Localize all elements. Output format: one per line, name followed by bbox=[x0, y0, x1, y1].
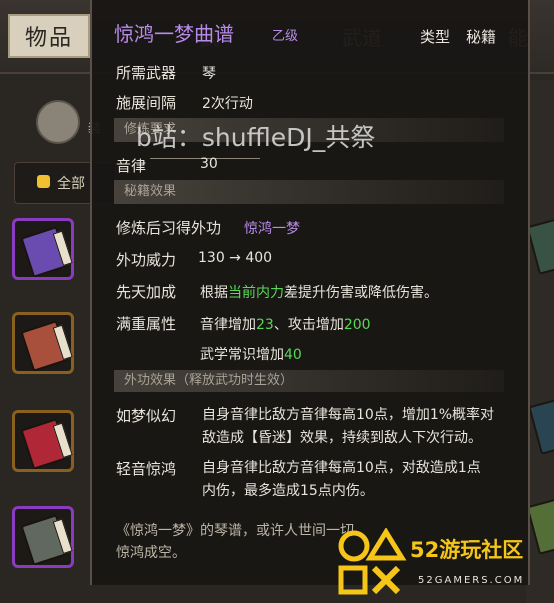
logo-subtext: 52GAMERS.COM bbox=[418, 575, 525, 586]
watermark: b站：shuffleDJ_共祭 bbox=[136, 123, 376, 152]
innate-desc: 根据当前内力差提升伤害或降低伤害。 bbox=[200, 282, 438, 302]
attr-value: 200 bbox=[343, 317, 371, 333]
attr-text: 武学常识增加 bbox=[200, 347, 284, 363]
inventory-slot[interactable] bbox=[12, 218, 74, 280]
power-value: 130 → 400 bbox=[198, 250, 273, 266]
innate-highlight: 当前内力 bbox=[228, 285, 284, 301]
filter-label: 全部 bbox=[57, 176, 85, 192]
attr-text: 音律增加 bbox=[200, 317, 256, 333]
right-inventory-strip bbox=[526, 80, 554, 603]
section-skill: 外功效果（释放武功时生效） bbox=[114, 370, 504, 392]
item-tooltip: 惊鸿一梦曲谱 乙级 类型 秘籍 所需武器 琴 施展间隔 2次行动 修炼要求 音律… bbox=[90, 0, 530, 585]
tab-items[interactable]: 物品 bbox=[8, 14, 90, 58]
rhythm-value: 30 bbox=[200, 156, 218, 172]
full-attr-label: 满重属性 bbox=[116, 315, 177, 333]
inventory-slot[interactable] bbox=[12, 506, 74, 568]
innate-label: 先天加成 bbox=[116, 283, 177, 301]
book-icon bbox=[20, 320, 73, 372]
attr-value: 40 bbox=[284, 347, 302, 363]
filter-dot-icon bbox=[37, 175, 50, 188]
cast-interval-value: 2次行动 bbox=[202, 96, 253, 112]
header-type: 类型 bbox=[420, 28, 451, 46]
attr-value: 23 bbox=[256, 317, 274, 333]
book-icon bbox=[20, 514, 73, 566]
skill1-name: 如梦似幻 bbox=[116, 407, 177, 425]
attr-text: 、攻击增加 bbox=[273, 317, 344, 333]
desc-line: 内伤，最多造成15点内伤。 bbox=[202, 483, 374, 499]
inventory-slot[interactable] bbox=[12, 410, 74, 472]
header-category: 秘籍 bbox=[466, 28, 497, 46]
desc-line: 敌造成【昏迷】效果，持续到敌人下次行动。 bbox=[202, 430, 482, 446]
full-attr-line1: 音律增加23、攻击增加200 bbox=[200, 314, 371, 334]
required-weapon-label: 所需武器 bbox=[116, 64, 177, 82]
skill2-name: 轻音惊鸿 bbox=[116, 460, 177, 478]
innate-prefix: 根据 bbox=[200, 285, 228, 301]
desc-line: 自身音律比敌方音律每高10点，增加1%概率对 bbox=[202, 407, 495, 423]
inventory-slot[interactable] bbox=[12, 312, 74, 374]
logo-text: 52游玩社区 bbox=[410, 538, 524, 562]
site-logo: 52游玩社区 52GAMERS.COM bbox=[336, 527, 554, 598]
power-label: 外功威力 bbox=[116, 251, 177, 269]
gamepad-shapes-icon bbox=[338, 527, 407, 595]
skill1-desc: 自身音律比敌方音律每高10点，增加1%概率对 敌造成【昏迷】效果，持续到敌人下次… bbox=[202, 404, 532, 450]
book-icon bbox=[528, 395, 554, 455]
item-title: 惊鸿一梦曲谱 bbox=[114, 22, 234, 46]
innate-suffix: 差提升伤害或降低伤害。 bbox=[284, 285, 438, 301]
learn-value: 惊鸿一梦 bbox=[244, 221, 300, 237]
book-icon bbox=[526, 215, 554, 275]
book-icon bbox=[20, 418, 73, 470]
full-attr-line2: 武学常识增加40 bbox=[200, 344, 302, 364]
required-weapon-value: 琴 bbox=[202, 66, 216, 82]
cast-interval-label: 施展间隔 bbox=[116, 94, 177, 112]
rhythm-label: 音律 bbox=[116, 157, 147, 175]
learn-label: 修炼后习得外功 bbox=[116, 219, 222, 237]
item-grade: 乙级 bbox=[272, 29, 299, 44]
skill2-desc: 自身音律比敌方音律每高10点，对敌造成1点 内伤，最多造成15点内伤。 bbox=[202, 457, 532, 503]
book-icon bbox=[20, 226, 73, 278]
section-effects: 秘籍效果 bbox=[114, 180, 504, 204]
category-circle-icon[interactable] bbox=[36, 100, 80, 144]
desc-line: 自身音律比敌方音律每高10点，对敌造成1点 bbox=[202, 460, 481, 476]
